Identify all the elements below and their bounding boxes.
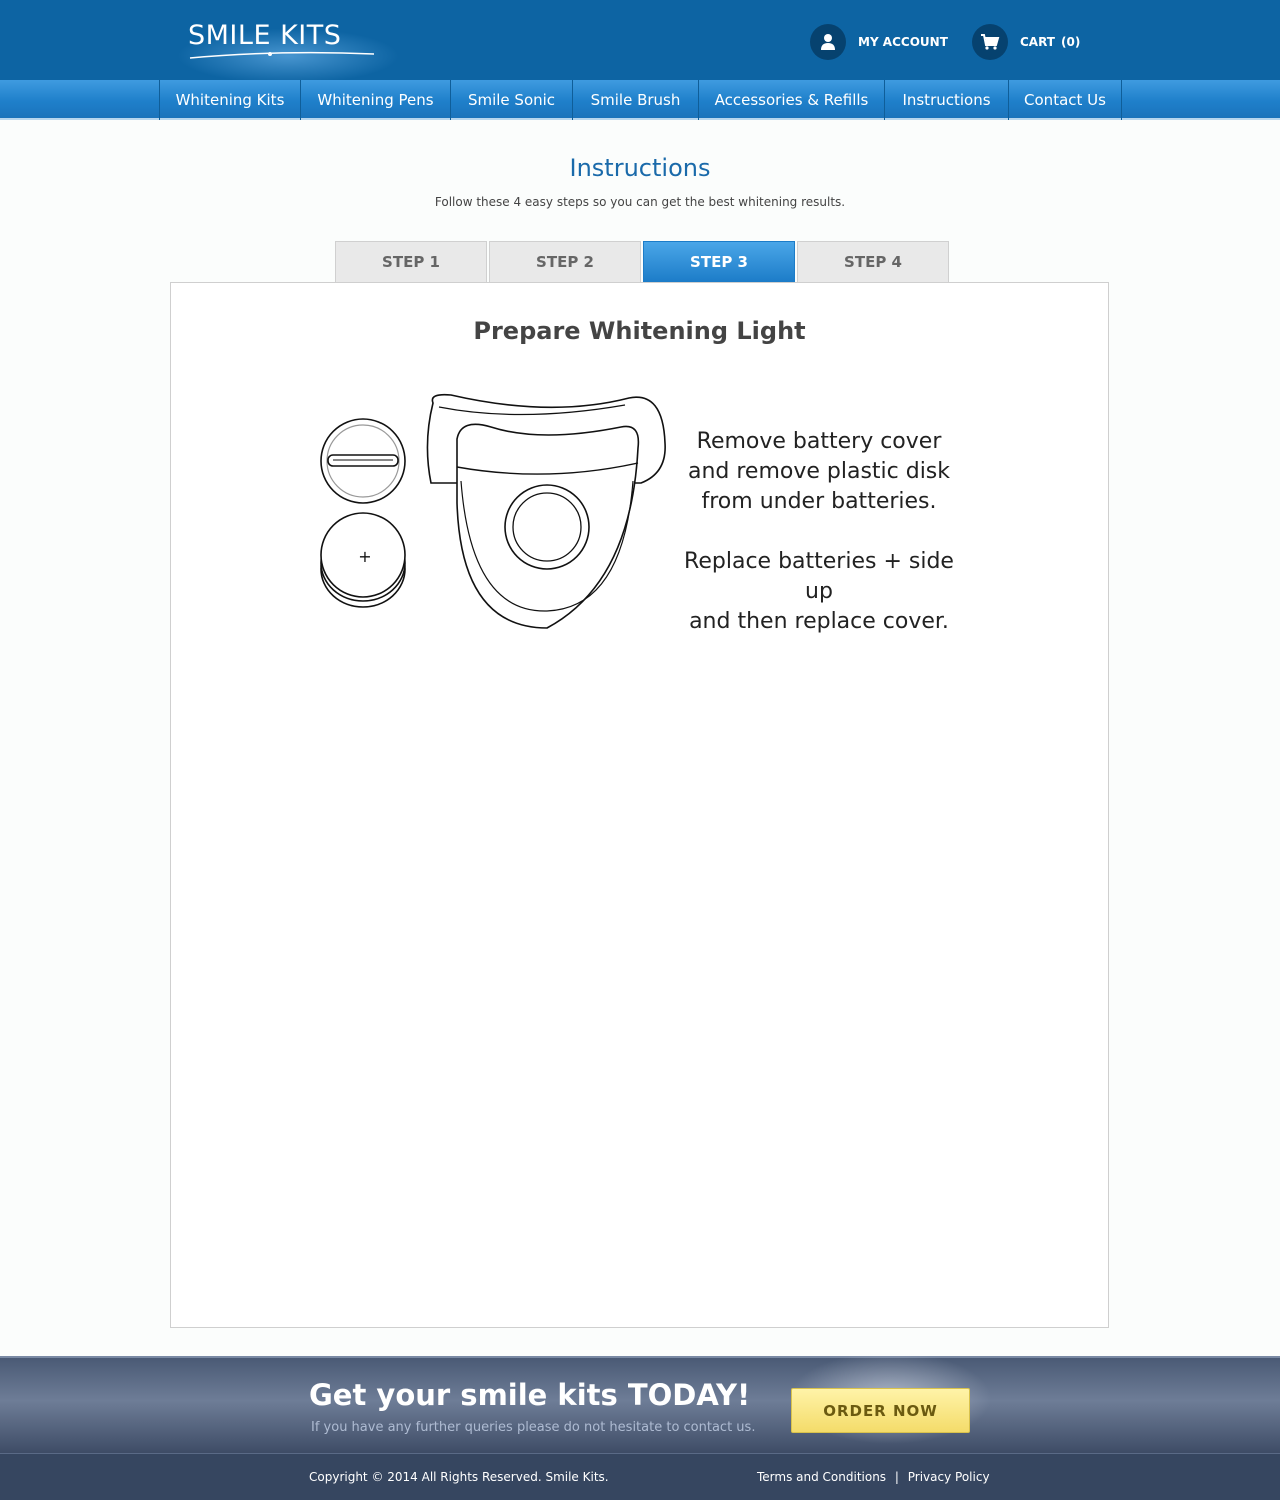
step-title: Prepare Whitening Light	[473, 317, 806, 345]
whitening-light-illustration: +	[320, 393, 666, 629]
user-icon	[810, 24, 846, 60]
copyright-text: Copyright © 2014 All Rights Reserved. Sm…	[309, 1470, 609, 1484]
cta-subtitle: If you have any further queries please d…	[311, 1420, 756, 1435]
main-nav: Whitening Kits Whitening Pens Smile Soni…	[0, 80, 1280, 120]
page-subtitle: Follow these 4 easy steps so you can get…	[434, 195, 846, 209]
battery-stack-icon: +	[320, 512, 406, 608]
cart-icon	[972, 24, 1008, 60]
nav-instructions[interactable]: Instructions	[885, 80, 1009, 120]
cart-count: (0)	[1060, 35, 1081, 49]
battery-cover-icon	[320, 418, 406, 504]
step-panel: Prepare Whitening Light + Remove battery…	[170, 282, 1109, 1328]
cta-title: Get your smile kits TODAY!	[309, 1378, 751, 1412]
instruction-line: and then replace cover.	[689, 609, 949, 634]
nav-smile-sonic[interactable]: Smile Sonic	[451, 80, 573, 120]
privacy-link[interactable]: Privacy Policy	[908, 1470, 990, 1484]
instruction-line: and remove plastic disk	[687, 459, 951, 484]
footer-links: Terms and Conditions | Privacy Policy	[757, 1470, 990, 1484]
nav-smile-brush[interactable]: Smile Brush	[573, 80, 699, 120]
step-instructions: Remove battery cover and remove plastic …	[669, 427, 969, 637]
nav-accessories-refills[interactable]: Accessories & Refills	[699, 80, 885, 120]
nav-contact-us[interactable]: Contact Us	[1009, 80, 1122, 120]
logo-text: SMILE KITS	[188, 20, 342, 51]
cart-link[interactable]: CART (0)	[972, 24, 1080, 60]
my-account-link[interactable]: MY ACCOUNT	[810, 24, 948, 60]
site-header: SMILE KITS MY ACCOUNT CART (0)	[0, 0, 1280, 86]
nav-whitening-pens[interactable]: Whitening Pens	[301, 80, 451, 120]
nav-whitening-kits[interactable]: Whitening Kits	[160, 80, 301, 120]
order-now-button[interactable]: ORDER NOW	[791, 1388, 970, 1433]
tab-step-3[interactable]: STEP 3	[643, 241, 795, 282]
smile-kits-logo[interactable]: SMILE KITS	[168, 16, 408, 86]
battery-plus-symbol: +	[358, 547, 371, 566]
cart-label: CART (0)	[1020, 35, 1081, 49]
my-account-label: MY ACCOUNT	[858, 35, 948, 49]
tab-step-4[interactable]: STEP 4	[797, 241, 949, 282]
instruction-line: Remove battery cover	[696, 429, 942, 454]
call-to-action-banner: Get your smile kits TODAY! If you have a…	[0, 1348, 1280, 1453]
instruction-line: from under batteries.	[701, 489, 937, 514]
terms-link[interactable]: Terms and Conditions	[757, 1470, 886, 1484]
instruction-line: Replace batteries + side up	[684, 549, 954, 604]
site-footer: Copyright © 2014 All Rights Reserved. Sm…	[0, 1453, 1280, 1500]
logo-swoosh-icon	[189, 51, 375, 59]
footer-separator: |	[894, 1470, 899, 1484]
step-tabs: STEP 1 STEP 2 STEP 3 STEP 4	[335, 241, 951, 282]
whitening-device-icon	[426, 393, 666, 629]
tab-step-2[interactable]: STEP 2	[489, 241, 641, 282]
page-title: Instructions	[569, 154, 711, 182]
tab-step-1[interactable]: STEP 1	[335, 241, 487, 282]
